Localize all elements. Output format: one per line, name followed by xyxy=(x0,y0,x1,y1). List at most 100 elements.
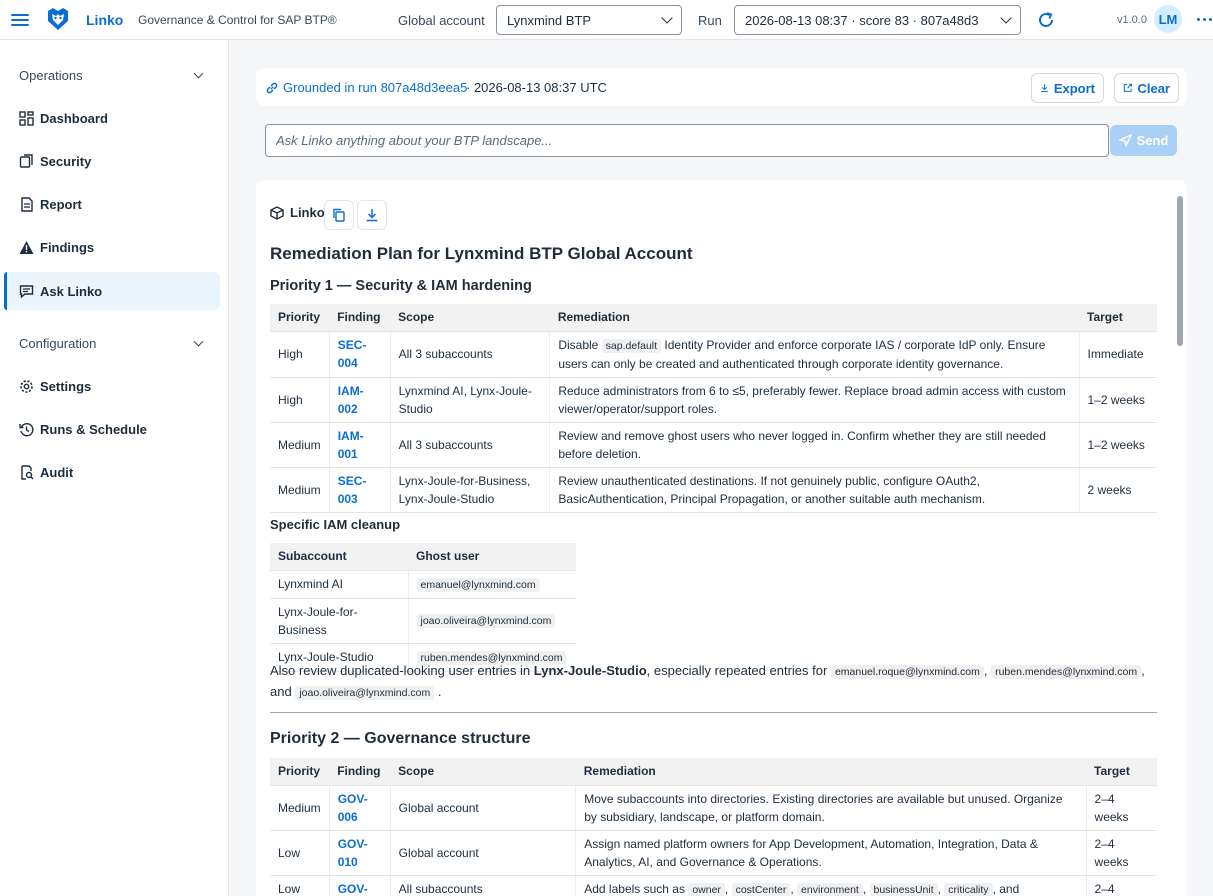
col-scope: Scope xyxy=(390,304,550,332)
col-remediation: Remediation xyxy=(575,758,1087,786)
sidebar-item-dashboard[interactable]: Dashboard xyxy=(4,99,220,137)
run-context-bar: Grounded in run 807a48d3eea5 · 2026-08-1… xyxy=(256,68,1187,106)
inline-code: joao.oliveira@lynxmind.com xyxy=(295,686,435,700)
cell-priority: Low xyxy=(270,830,330,876)
table-row: Medium SEC-003 Lynx-Joule-for-Business, … xyxy=(270,467,1157,513)
table-header-row: Priority Finding Scope Remediation Targe… xyxy=(270,304,1157,332)
brand-name[interactable]: Linko xyxy=(86,12,123,28)
text: , xyxy=(983,663,988,678)
sidebar-item-security[interactable]: Security xyxy=(4,142,220,180)
finding-link[interactable]: GOV-006 xyxy=(329,785,391,831)
download-icon xyxy=(366,209,378,222)
text: . xyxy=(437,684,442,699)
gear-icon xyxy=(18,378,34,394)
avatar[interactable]: LM xyxy=(1154,5,1182,33)
cell-remediation: Review and remove ghost users who never … xyxy=(549,422,1080,468)
table-row: Lynx-Joule-for-Business joao.oliveira@ly… xyxy=(270,598,576,644)
send-label: Send xyxy=(1136,133,1169,148)
text: , especially repeated entries for xyxy=(646,663,831,678)
answer-author: Linko xyxy=(290,205,325,220)
cell-remediation: Reduce administrators from 6 to ≤5, pref… xyxy=(549,377,1080,423)
sidebar-item-runs-schedule[interactable]: Runs & Schedule xyxy=(4,410,220,448)
history-icon xyxy=(18,421,34,437)
inline-code: joao.oliveira@lynxmind.com xyxy=(416,614,556,628)
cell-target: 1–2 weeks xyxy=(1079,377,1157,423)
link-icon xyxy=(266,82,278,93)
col-finding: Finding xyxy=(329,758,391,786)
cell-remediation: Move subaccounts into directories. Exist… xyxy=(575,785,1087,831)
answer-card: Linko Remediation Plan for Lynxmind BTP … xyxy=(256,180,1187,896)
sidebar-item-findings[interactable]: Findings xyxy=(4,228,220,266)
finding-link[interactable]: IAM-002 xyxy=(329,377,391,423)
grounded-run-link[interactable]: Grounded in run 807a48d3eea5 xyxy=(265,80,467,95)
text: and xyxy=(270,684,292,699)
ask-input[interactable] xyxy=(265,124,1109,157)
cell-priority: Medium xyxy=(270,785,330,831)
cube-icon xyxy=(270,205,284,220)
download-answer-button[interactable] xyxy=(357,200,387,230)
finding-link[interactable]: IAM-001 xyxy=(329,422,391,468)
more-icon[interactable] xyxy=(1195,12,1213,26)
priority-1-table: Priority Finding Scope Remediation Targe… xyxy=(270,304,1157,513)
export-button[interactable]: Export xyxy=(1031,73,1104,103)
table-header-row: Priority Finding Scope Remediation Targe… xyxy=(270,758,1157,786)
cell-remediation: Disable sap.default Identity Provider an… xyxy=(549,331,1080,378)
top-bar: Linko Governance & Control for SAP BTP® … xyxy=(0,0,1213,40)
copy-button[interactable] xyxy=(324,200,354,230)
sidebar-group-label: Configuration xyxy=(19,335,97,351)
export-label: Export xyxy=(1053,80,1095,96)
col-subaccount: Subaccount xyxy=(270,543,408,571)
inline-code: owner xyxy=(688,882,725,896)
sidebar: Operations Dashboard Security Report Fin… xyxy=(0,40,229,896)
table-row: Medium IAM-001 All 3 subaccounts Review … xyxy=(270,422,1157,468)
chevron-down-icon xyxy=(193,68,204,79)
warning-icon xyxy=(18,239,34,255)
priority-2-title: Priority 2 — Governance structure xyxy=(270,730,531,747)
clear-label: Clear xyxy=(1137,80,1170,96)
finding-link[interactable]: GOV- xyxy=(329,875,391,896)
audit-icon xyxy=(18,464,34,480)
menu-icon[interactable] xyxy=(11,11,29,29)
finding-link[interactable]: SEC-003 xyxy=(329,467,391,513)
text: Also review duplicated-looking user entr… xyxy=(270,663,534,678)
table-row: Medium GOV-006 Global account Move subac… xyxy=(270,785,1157,831)
priority-1-title: Priority 1 — Security & IAM hardening xyxy=(270,278,532,294)
chevron-down-icon xyxy=(661,12,673,24)
cell-scope: All subaccounts xyxy=(390,875,577,896)
inline-code: environment xyxy=(797,882,863,896)
run-value: 2026-08-13 08:37 · score 83 · 807a48d3 xyxy=(745,12,979,28)
sidebar-item-label: Findings xyxy=(40,239,95,255)
bold-text: Lynx-Joule-Studio xyxy=(533,663,647,678)
global-account-label: Global account xyxy=(398,13,485,28)
text: Add labels such as xyxy=(584,881,689,896)
inline-code: sap.default xyxy=(601,338,662,353)
security-icon xyxy=(18,153,34,169)
clear-button[interactable]: Clear xyxy=(1114,73,1179,103)
divider xyxy=(270,712,1157,713)
send-button[interactable]: Send xyxy=(1110,125,1177,156)
sidebar-item-settings[interactable]: Settings xyxy=(4,367,220,405)
cell-target: Immediate xyxy=(1079,331,1157,378)
finding-link[interactable]: SEC-004 xyxy=(329,331,391,378)
linko-logo-icon xyxy=(48,8,68,30)
sidebar-item-audit[interactable]: Audit xyxy=(4,453,220,491)
refresh-icon[interactable] xyxy=(1034,8,1058,32)
col-scope: Scope xyxy=(390,758,576,786)
sidebar-item-report[interactable]: Report xyxy=(4,185,220,223)
cell-target: 2–4 weeks xyxy=(1086,785,1157,831)
table-row: Low GOV- All subaccounts Add labels such… xyxy=(270,875,1157,896)
cell-remediation: Review unauthenticated destinations. If … xyxy=(549,467,1080,513)
sidebar-group-operations[interactable]: Operations xyxy=(0,60,229,90)
sidebar-group-configuration[interactable]: Configuration xyxy=(0,328,229,358)
ghost-users-table: Subaccount Ghost user Lynxmind AI emanue… xyxy=(270,543,576,672)
sidebar-item-ask-linko[interactable]: Ask Linko xyxy=(4,272,220,310)
run-select[interactable]: 2026-08-13 08:37 · score 83 · 807a48d3 xyxy=(734,5,1021,35)
text: , xyxy=(1141,663,1145,678)
finding-link[interactable]: GOV-010 xyxy=(329,830,391,876)
review-paragraph: Also review duplicated-looking user entr… xyxy=(270,661,1160,703)
priority-2-table: Priority Finding Scope Remediation Targe… xyxy=(270,758,1157,896)
sidebar-item-label: Report xyxy=(40,196,82,212)
global-account-select[interactable]: Lynxmind BTP xyxy=(496,5,682,35)
scrollbar-thumb[interactable] xyxy=(1177,196,1183,346)
sidebar-item-label: Runs & Schedule xyxy=(40,421,147,437)
